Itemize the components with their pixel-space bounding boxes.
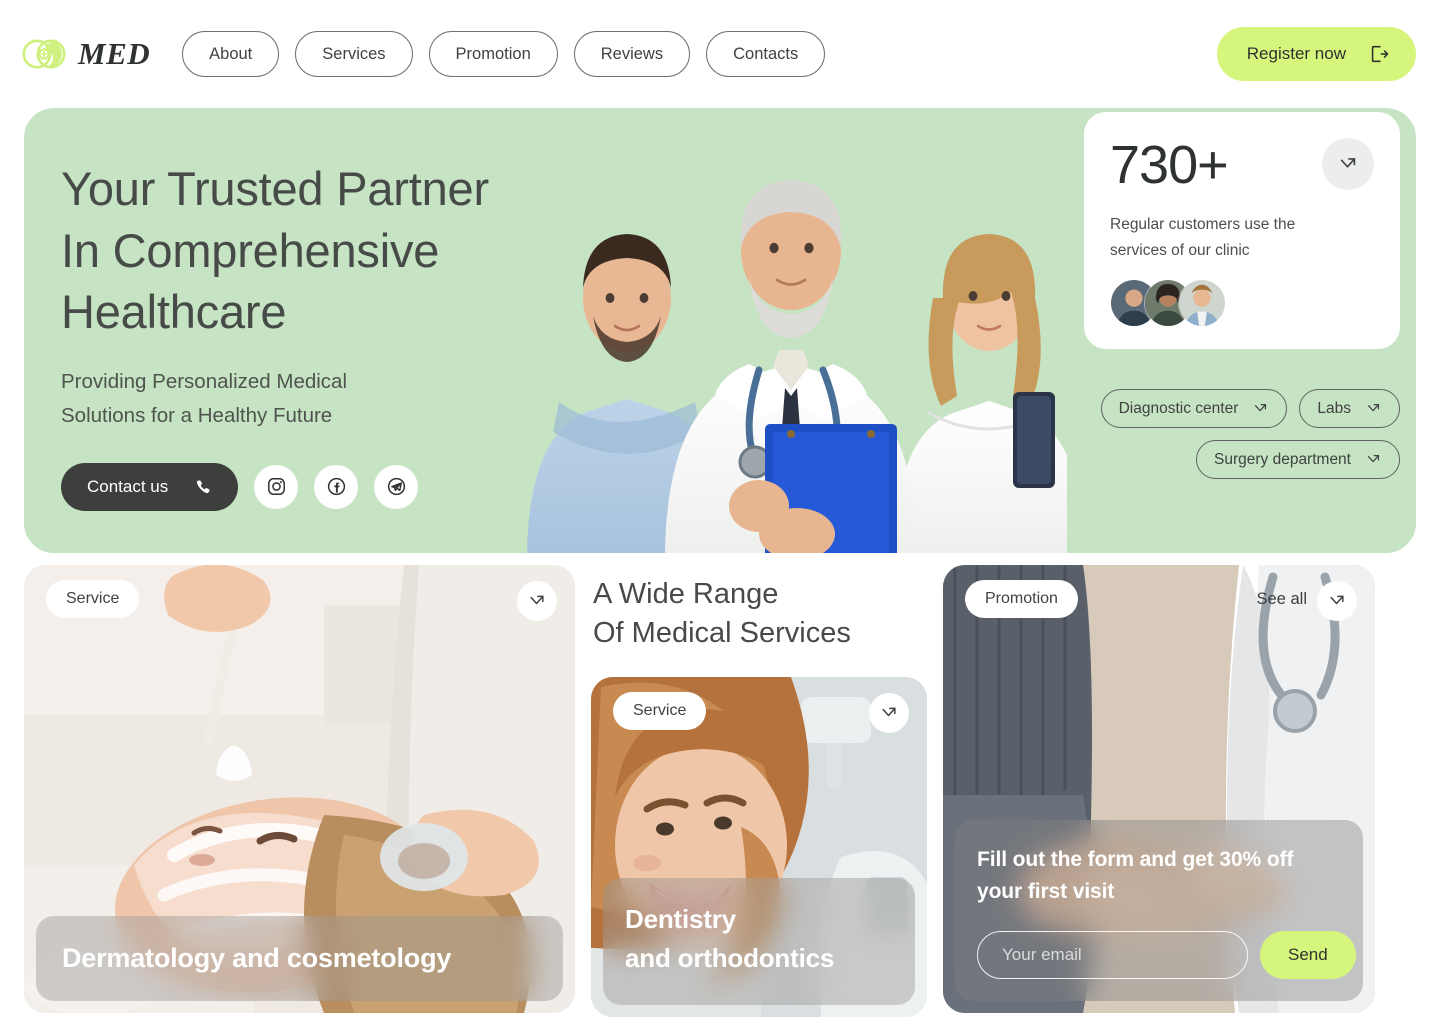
medical-team-photo — [527, 180, 1067, 553]
leaf-circles-plus-icon — [22, 36, 68, 72]
promotion-form-panel: Fill out the form and get 30% off your f… — [955, 819, 1363, 1001]
nav-item-services[interactable]: Services — [295, 31, 413, 77]
facebook-icon — [326, 476, 347, 497]
promotion-card[interactable]: Promotion See all Fill out the form and … — [943, 565, 1375, 1013]
promotion-title-line2: your first visit — [977, 880, 1115, 904]
service-card-dentistry[interactable]: Service Dentistry and orthodontics — [591, 676, 927, 1017]
social-facebook-button[interactable] — [314, 464, 359, 509]
send-button[interactable]: Send — [1260, 931, 1356, 979]
stat-description: Regular customers use the services of ou… — [1110, 212, 1374, 263]
tag-label: Diagnostic center — [1118, 399, 1239, 417]
stat-arrow-button[interactable] — [1322, 138, 1374, 190]
services-heading: A Wide Range Of Medical Services — [591, 565, 927, 677]
hero-section: Your Trusted Partner In Comprehensive He… — [24, 108, 1416, 553]
see-all-link[interactable]: See all — [1257, 590, 1307, 609]
arrow-up-right-icon — [1327, 591, 1347, 611]
services-heading-line1: A Wide Range — [593, 578, 779, 610]
hero-title: Your Trusted Partner In Comprehensive He… — [61, 158, 581, 343]
tag-label: Labs — [1317, 399, 1351, 417]
promotion-arrow-button[interactable] — [1317, 581, 1357, 621]
dentistry-arrow-button[interactable] — [869, 692, 909, 733]
tag-label: Surgery department — [1214, 450, 1351, 468]
arrow-up-right-icon — [1365, 451, 1382, 468]
arrow-up-right-icon — [527, 591, 547, 611]
nav-item-about[interactable]: About — [182, 31, 280, 77]
avatar — [1178, 279, 1226, 328]
promotion-form: Send — [977, 931, 1356, 979]
email-input[interactable] — [977, 931, 1248, 979]
phone-icon — [194, 478, 212, 496]
stat-description-line1: Regular customers use the — [1110, 216, 1296, 233]
nav-item-contacts[interactable]: Contacts — [706, 31, 826, 77]
customer-avatars — [1110, 279, 1374, 328]
services-heading-text: A Wide Range Of Medical Services — [593, 575, 927, 653]
contact-us-label: Contact us — [87, 476, 169, 496]
stat-number: 730+ — [1110, 135, 1229, 195]
promotion-title-line1: Fill out the form and get 30% off — [977, 847, 1294, 871]
services-heading-line2: Of Medical Services — [593, 616, 851, 649]
instagram-icon — [266, 476, 287, 497]
logo[interactable]: MED — [22, 36, 150, 72]
site-header: MED About Services Promotion Reviews Con… — [0, 0, 1440, 108]
services-section: Service Dermatology and cosmetology A Wi… — [24, 553, 1416, 1017]
register-now-button[interactable]: Register now — [1216, 27, 1416, 81]
service-card-dermatology[interactable]: Service Dermatology and cosmetology — [24, 565, 575, 1013]
tag-labs[interactable]: Labs — [1299, 389, 1400, 428]
hero-actions: Contact us — [61, 462, 581, 511]
nav-item-reviews[interactable]: Reviews — [573, 31, 691, 77]
tag-diagnostic-center[interactable]: Diagnostic center — [1100, 389, 1288, 428]
promotion-badge[interactable]: Promotion — [965, 580, 1078, 618]
dentistry-caption-line2: and orthodontics — [625, 943, 835, 974]
hero-subtitle-line1: Providing Personalized Medical — [61, 369, 348, 393]
hero-copy: Your Trusted Partner In Comprehensive He… — [61, 158, 581, 511]
service-badge[interactable]: Service — [613, 691, 707, 730]
service-badge[interactable]: Service — [46, 580, 140, 618]
hero-title-line2: In Comprehensive — [61, 223, 440, 277]
arrow-up-right-icon — [879, 703, 899, 723]
social-instagram-button[interactable] — [254, 464, 299, 509]
main-nav: About Services Promotion Reviews Contact… — [182, 31, 826, 77]
nav-item-promotion[interactable]: Promotion — [428, 31, 558, 77]
hero-subtitle-line2: Solutions for a Healthy Future — [61, 403, 333, 427]
stat-top-row: 730+ — [1110, 138, 1374, 192]
social-telegram-button[interactable] — [374, 464, 419, 509]
promotion-title: Fill out the form and get 30% off your f… — [977, 844, 1341, 910]
hero-tag-list: Diagnostic center Labs Surgery departmen… — [1070, 389, 1400, 479]
customers-stat-card: 730+ Regular customers use the services … — [1084, 112, 1400, 350]
services-middle-column: A Wide Range Of Medical Services Service… — [591, 565, 927, 1017]
arrow-up-right-icon — [1337, 153, 1359, 175]
contact-us-button[interactable]: Contact us — [61, 462, 239, 511]
dentistry-caption-line1: Dentistry — [625, 903, 736, 934]
stat-description-line2: services of our clinic — [1110, 241, 1250, 259]
telegram-icon — [386, 476, 407, 497]
hero-subtitle: Providing Personalized Medical Solutions… — [61, 365, 581, 433]
tag-surgery-department[interactable]: Surgery department — [1196, 440, 1400, 479]
arrow-up-right-icon — [1365, 400, 1382, 417]
register-label: Register now — [1246, 44, 1346, 63]
hero-title-line1: Your Trusted Partner — [61, 162, 489, 215]
arrow-up-right-icon — [1252, 400, 1269, 417]
dentistry-caption: Dentistry and orthodontics — [603, 877, 915, 1005]
sign-out-arrow-icon — [1368, 43, 1390, 65]
hero-title-line3: Healthcare — [61, 285, 287, 339]
dermatology-arrow-button[interactable] — [517, 581, 557, 621]
logo-text: MED — [78, 36, 151, 71]
dermatology-caption: Dermatology and cosmetology — [36, 915, 563, 1001]
